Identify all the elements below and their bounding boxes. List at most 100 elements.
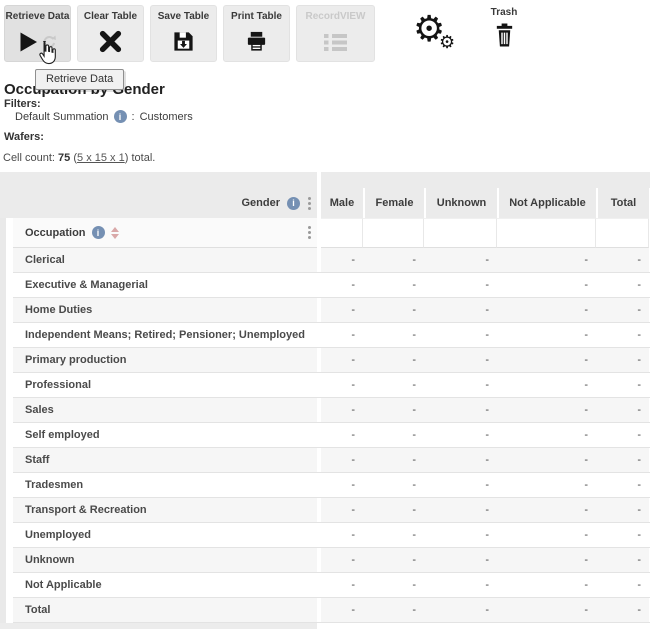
toolbar-button-label: Print Table	[231, 11, 282, 22]
cell-count-prefix: Cell count:	[3, 152, 55, 164]
filter-value: Customers	[140, 111, 193, 123]
info-icon[interactable]: i	[287, 197, 300, 210]
data-cell: -	[497, 523, 596, 547]
data-cell: -	[363, 498, 424, 522]
trash-label: Trash	[491, 7, 518, 18]
kebab-menu-icon[interactable]	[307, 196, 312, 211]
data-cell: -	[321, 348, 363, 372]
table-row: Professional-----	[13, 373, 650, 398]
data-cell: -	[596, 273, 649, 297]
row-dimension-label: Occupation	[25, 227, 86, 239]
wafers-heading: Wafers:	[4, 131, 44, 143]
data-cell: -	[321, 273, 363, 297]
data-cell: -	[363, 248, 424, 272]
data-cell: -	[497, 323, 596, 347]
data-cell: -	[363, 573, 424, 597]
data-cell: -	[596, 348, 649, 372]
crosstab-table: Gender i MaleFemaleUnknownNot Applicable…	[0, 172, 650, 629]
table-row: Not Applicable-----	[13, 573, 650, 598]
empty-header-cell	[497, 218, 596, 248]
table-row: Unknown-----	[13, 548, 650, 573]
data-cell: -	[321, 323, 363, 347]
sort-icon[interactable]	[111, 227, 119, 239]
kebab-menu-icon[interactable]	[307, 225, 312, 240]
data-cell: -	[596, 323, 649, 347]
cell-count-line: Cell count: 75 (5 x 15 x 1) total.	[3, 152, 155, 164]
settings-gears-icon[interactable]: ⚙ ⚙	[413, 13, 461, 59]
data-cell: -	[321, 473, 363, 497]
data-cell: -	[363, 598, 424, 622]
column-dimension-header[interactable]: Gender i	[0, 188, 317, 218]
row-label: Transport & Recreation	[13, 498, 317, 522]
data-cell: -	[424, 398, 497, 422]
data-cell: -	[424, 473, 497, 497]
data-cell: -	[596, 448, 649, 472]
small-gear-icon: ⚙	[439, 33, 455, 51]
trash-button[interactable]: Trash	[486, 7, 522, 48]
row-gutter	[0, 218, 6, 623]
data-cell: -	[363, 398, 424, 422]
data-cell: -	[596, 298, 649, 322]
data-cell: -	[424, 323, 497, 347]
data-cell: -	[424, 523, 497, 547]
row-label: Self employed	[13, 423, 317, 447]
row-label: Clerical	[13, 248, 317, 272]
data-cell: -	[596, 473, 649, 497]
toolbar-button-label: Retrieve Data	[6, 11, 70, 22]
table-row: Staff-----	[13, 448, 650, 473]
data-cell: -	[424, 423, 497, 447]
data-cell: -	[321, 398, 363, 422]
row-label: Unknown	[13, 548, 317, 572]
row-label: Independent Means; Retired; Pensioner; U…	[13, 323, 317, 347]
cell-count-value: 75	[58, 152, 70, 164]
table-row: Total-----	[13, 598, 650, 623]
data-cell: -	[321, 548, 363, 572]
table-row: Unemployed-----	[13, 523, 650, 548]
row-label: Home Duties	[13, 298, 317, 322]
cell-count-breakdown-link[interactable]: 5 x 15 x 1	[77, 152, 125, 164]
data-cell: -	[424, 498, 497, 522]
data-cell: -	[321, 448, 363, 472]
filter-name: Default Summation	[15, 111, 109, 123]
info-icon[interactable]: i	[92, 226, 105, 239]
row-dimension-row: Occupation i	[0, 218, 650, 248]
filter-separator: :	[132, 111, 135, 123]
column-header: Male	[321, 188, 363, 218]
data-cell: -	[596, 598, 649, 622]
data-cell: -	[363, 448, 424, 472]
print-table-button[interactable]: Print Table	[223, 5, 290, 62]
table-top-band	[0, 172, 650, 188]
row-dimension-header[interactable]: Occupation i	[13, 218, 317, 248]
row-label: Staff	[13, 448, 317, 472]
table-row: Transport & Recreation-----	[13, 498, 650, 523]
row-label: Executive & Managerial	[13, 273, 317, 297]
data-cell: -	[363, 298, 424, 322]
data-cell: -	[363, 473, 424, 497]
data-cell: -	[596, 248, 649, 272]
data-cell: -	[497, 548, 596, 572]
row-label: Primary production	[13, 348, 317, 372]
toolbar-button-label: RecordVIEW	[305, 11, 365, 22]
column-dimension-label: Gender	[241, 197, 280, 209]
save-table-button[interactable]: Save Table	[150, 5, 217, 62]
row-label: Sales	[13, 398, 317, 422]
data-cell: -	[424, 298, 497, 322]
column-dimension-row: Gender i MaleFemaleUnknownNot Applicable…	[0, 188, 650, 218]
data-cell: -	[424, 548, 497, 572]
table-bottom-band	[0, 623, 317, 629]
column-header: Total	[596, 188, 649, 218]
data-cell: -	[497, 398, 596, 422]
clear-table-button[interactable]: Clear Table	[77, 5, 144, 62]
info-icon[interactable]: i	[114, 110, 127, 123]
data-cell: -	[596, 423, 649, 447]
data-cell: -	[497, 423, 596, 447]
column-header: Not Applicable	[497, 188, 596, 218]
row-dimension-empty-cells	[321, 218, 649, 248]
data-cell: -	[596, 398, 649, 422]
data-cell: -	[321, 573, 363, 597]
toolbar-button-label: Save Table	[158, 11, 210, 22]
data-cell: -	[321, 248, 363, 272]
data-cell: -	[497, 348, 596, 372]
data-cell: -	[424, 373, 497, 397]
print-icon	[245, 30, 268, 53]
